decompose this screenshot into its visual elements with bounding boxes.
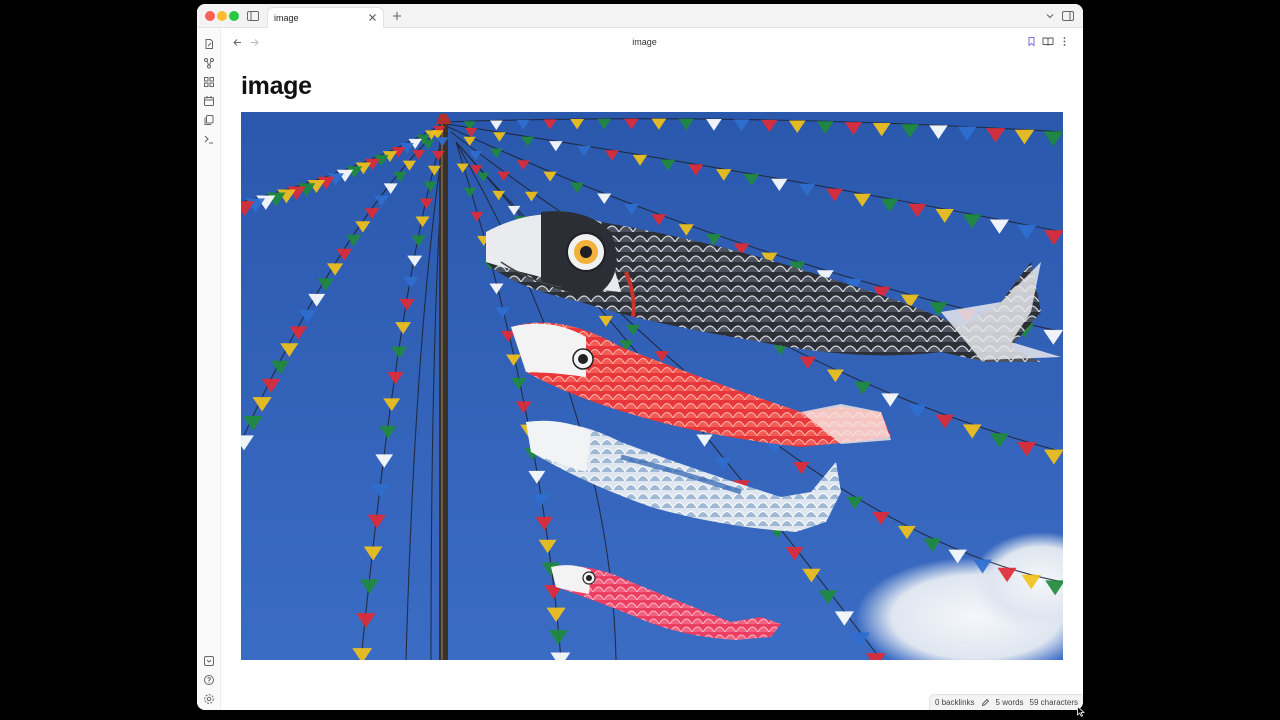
terminal-icon[interactable]: [203, 133, 215, 145]
sidebar-toggle-icon[interactable]: [246, 9, 260, 23]
right-sidebar-toggle-icon[interactable]: [1061, 9, 1075, 23]
word-count: 5 words: [995, 698, 1024, 707]
embedded-image[interactable]: [241, 112, 1063, 660]
character-count: 59 characters: [1029, 698, 1078, 707]
close-window-button[interactable]: [205, 11, 215, 21]
left-ribbon: [197, 28, 221, 710]
view-header-title[interactable]: image: [222, 37, 1067, 47]
graph-icon[interactable]: [203, 57, 215, 69]
backlinks-count[interactable]: 0 backlinks: [935, 698, 975, 707]
status-bar: 0 backlinks 5 words 59 characters: [928, 694, 1083, 710]
tab-image[interactable]: image: [267, 7, 384, 28]
book-open-icon[interactable]: [1042, 36, 1054, 47]
pencil-icon[interactable]: [981, 698, 990, 707]
minimize-window-button[interactable]: [217, 11, 227, 21]
chevron-down-icon[interactable]: [1044, 10, 1056, 22]
zoom-window-button[interactable]: [229, 11, 239, 21]
canvas-icon[interactable]: [203, 76, 215, 88]
tab-label: image: [274, 13, 299, 23]
close-tab-icon[interactable]: [367, 12, 378, 23]
new-tab-icon[interactable]: [391, 10, 403, 22]
more-options-icon[interactable]: [1059, 36, 1070, 47]
settings-icon[interactable]: [203, 693, 215, 705]
calendar-icon[interactable]: [203, 95, 215, 107]
mouse-cursor-icon: [1077, 706, 1085, 717]
app-window: image image image 0 backlinks 5 words 59…: [197, 4, 1083, 710]
vault-icon[interactable]: [203, 655, 215, 667]
tab-bar: image: [197, 4, 1083, 28]
note-title[interactable]: image: [241, 72, 312, 101]
view-header: image: [222, 28, 1083, 56]
koinobori-photo: [241, 112, 1063, 660]
file-icon[interactable]: [203, 38, 215, 50]
help-icon[interactable]: [203, 674, 215, 686]
copy-icon[interactable]: [203, 114, 215, 126]
bookmark-icon[interactable]: [1026, 36, 1037, 47]
